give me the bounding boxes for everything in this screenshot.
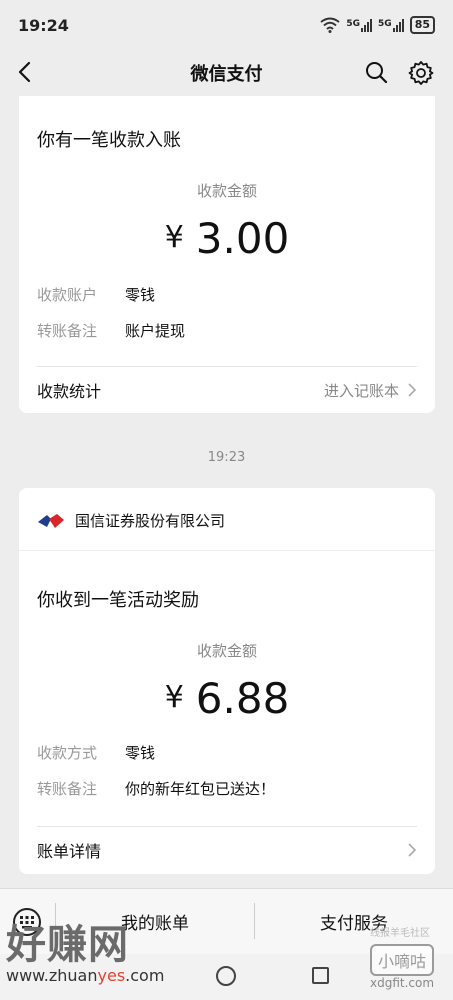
amount-label: 收款金额 (196, 182, 257, 200)
payment-card-2[interactable]: 国信证券股份有限公司 你收到一笔活动奖励 收款金额 ¥6.88 收款方式 零钱 … (19, 488, 435, 874)
bill-details-label: 账单详情 (37, 842, 102, 861)
wifi-icon (320, 17, 340, 33)
status-icons: 5G 5G 85 (320, 16, 435, 34)
org-header[interactable]: 国信证券股份有限公司 (37, 510, 225, 531)
stats-row[interactable]: 收款统计 进入记账本 (37, 379, 417, 401)
back-icon[interactable] (14, 60, 38, 84)
watermark-left: 好赚网 www.zhuanyes.com (6, 912, 196, 985)
watermark-url-part: www.zhuan (6, 966, 98, 985)
detail-key: 收款方式 (37, 744, 98, 762)
bill-details-row[interactable]: 账单详情 (37, 839, 417, 861)
divider (37, 366, 417, 367)
watermark-right: 线报羊毛社区 小嘀咕 xdgfit.com (370, 928, 435, 990)
watermark-url-part: .com (125, 966, 165, 985)
status-time: 19:24 (18, 15, 69, 35)
ledger-link[interactable]: 进入记账本 (324, 380, 417, 401)
currency-symbol: ¥ (164, 680, 184, 715)
bill-details-link[interactable] (407, 843, 417, 857)
amount: ¥3.00 (19, 214, 435, 263)
detail-key: 收款账户 (37, 286, 98, 304)
detail-key: 转账备注 (37, 780, 98, 798)
watermark-url: www.zhuanyes.com (6, 966, 164, 985)
detail-row: 转账备注 你的新年红包已送达！ (37, 778, 275, 799)
page-title: 微信支付 (190, 64, 263, 85)
ledger-link-label: 进入记账本 (323, 381, 399, 400)
stats-label: 收款统计 (37, 382, 102, 401)
watermark-tagline: 线报羊毛社区 (370, 928, 430, 939)
detail-value: 零钱 (125, 744, 156, 762)
recent-apps-icon[interactable] (312, 967, 329, 984)
amount-label: 收款金额 (196, 642, 257, 660)
search-icon[interactable] (364, 60, 388, 84)
card-heading: 你收到一笔活动奖励 (37, 590, 199, 611)
chevron-right-icon (408, 383, 417, 397)
home-icon[interactable] (216, 966, 236, 986)
detail-row: 收款方式 零钱 (37, 742, 155, 763)
payment-card-1[interactable]: 你有一笔收款入账 收款金额 ¥3.00 收款账户 零钱 转账备注 账户提现 收款… (19, 96, 435, 413)
guosen-logo-icon (38, 513, 64, 528)
detail-value: 你的新年红包已送达！ (125, 780, 276, 798)
watermark-url: xdgfit.com (370, 976, 435, 990)
chevron-right-icon (408, 843, 417, 857)
divider (19, 550, 435, 551)
watermark-logo: 好赚网 (6, 922, 129, 968)
nav-bar: 微信支付 (0, 50, 453, 96)
card-heading: 你有一笔收款入账 (37, 130, 181, 151)
detail-key: 转账备注 (37, 322, 98, 340)
detail-value: 零钱 (125, 286, 156, 304)
watermark-url-part: yes (97, 966, 126, 985)
org-name: 国信证券股份有限公司 (75, 512, 226, 530)
currency-symbol: ¥ (164, 220, 184, 255)
detail-row: 收款账户 零钱 (37, 284, 155, 305)
signal-icon: 5G (346, 18, 373, 32)
divider (37, 826, 417, 827)
detail-value: 账户提现 (125, 322, 186, 340)
amount-value: 3.00 (195, 214, 290, 263)
signal-icon-2: 5G (378, 18, 404, 32)
status-bar: 19:24 5G 5G 85 (0, 0, 453, 50)
amount: ¥6.88 (19, 674, 435, 723)
watermark-badge: 小嘀咕 (370, 944, 435, 976)
detail-row: 转账备注 账户提现 (37, 320, 185, 341)
amount-value: 6.88 (195, 674, 290, 723)
gear-icon[interactable] (408, 60, 434, 86)
battery-icon: 85 (409, 16, 435, 34)
time-separator: 19:23 (207, 450, 246, 465)
